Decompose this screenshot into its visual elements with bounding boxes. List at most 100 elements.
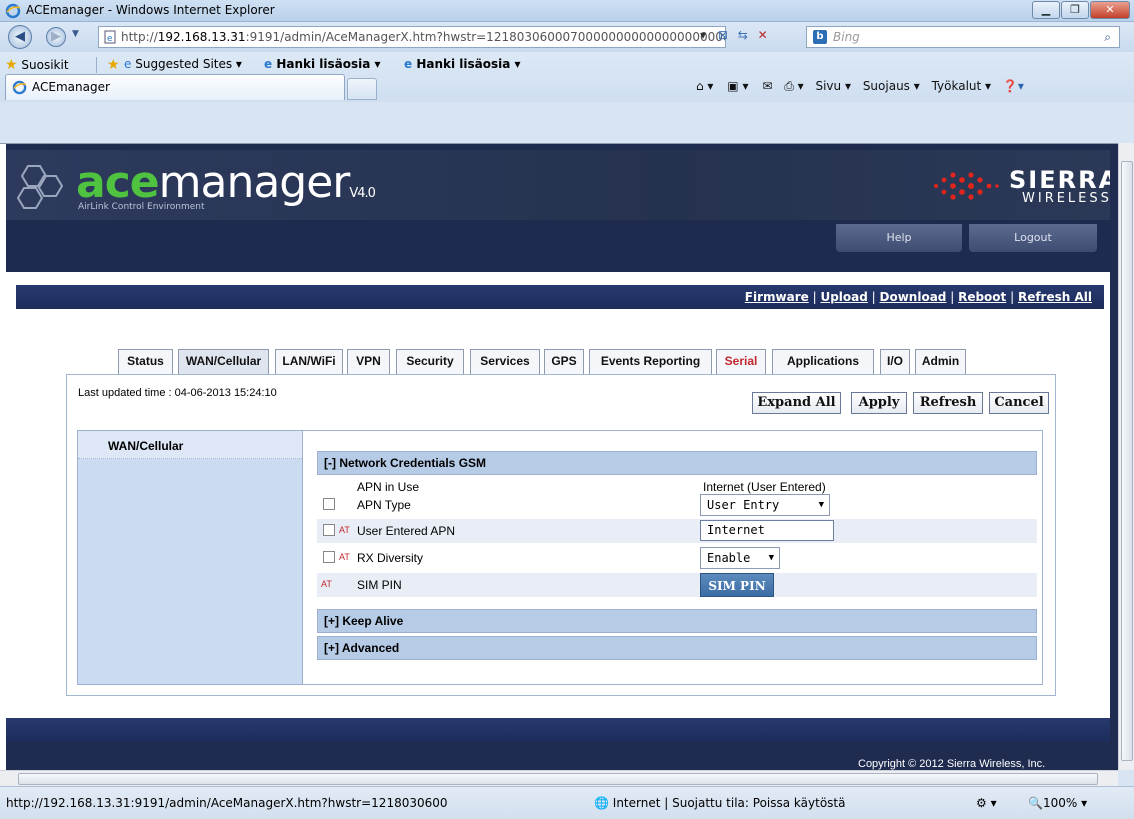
tab-io[interactable]: I/O xyxy=(880,349,910,374)
section-network-credentials[interactable]: [-] Network Credentials GSM xyxy=(317,451,1037,475)
reboot-link[interactable]: Reboot xyxy=(958,290,1006,304)
forward-button[interactable]: ▶ xyxy=(46,27,66,47)
page-icon: e xyxy=(104,30,116,44)
minimize-button[interactable]: ▁ xyxy=(1032,1,1060,19)
title-bar: ACEmanager - Windows Internet Explorer ▁… xyxy=(0,0,1134,22)
menu-safety[interactable]: Suojaus ▾ xyxy=(863,79,920,93)
status-url: http://192.168.13.31:9191/admin/AceManag… xyxy=(6,796,448,810)
tab-serial[interactable]: Serial xyxy=(716,349,766,374)
app-container: acemanagerV4.0 AirLink Control Environme… xyxy=(6,150,1110,361)
sierra-wireless-mark-icon xyxy=(934,172,999,200)
expand-all-button[interactable]: Expand All xyxy=(752,392,841,414)
command-bar: ⌂ ▾ ▣ ▾ ✉ ⎙ ▾ Sivu ▾ Suojaus ▾ Työkalut … xyxy=(696,79,1024,94)
new-tab-button[interactable] xyxy=(347,78,377,100)
apply-button[interactable]: Apply xyxy=(851,392,907,414)
menu-tools[interactable]: Työkalut ▾ xyxy=(932,79,991,93)
browser-tab-acemanager[interactable]: ACEmanager xyxy=(5,74,345,100)
tab-status[interactable]: Status xyxy=(118,349,173,374)
feeds-icon[interactable]: ▣ ▾ xyxy=(727,79,748,93)
search-icon[interactable]: ⌕ xyxy=(1104,27,1111,47)
ie-logo-icon xyxy=(5,3,21,19)
tab-admin[interactable]: Admin xyxy=(915,349,966,374)
tab-events-reporting[interactable]: Events Reporting xyxy=(589,349,712,374)
add-favorite-button[interactable]: ★ xyxy=(96,57,120,73)
home-icon[interactable]: ⌂ ▾ xyxy=(696,79,713,93)
scroll-thumb[interactable] xyxy=(1121,161,1133,761)
globe-icon: 🌐 xyxy=(594,796,609,810)
row-label: APN Type xyxy=(357,498,411,512)
download-link[interactable]: Download xyxy=(880,290,947,304)
history-dropdown-icon[interactable]: ▼ xyxy=(72,29,79,39)
close-button[interactable]: ✕ xyxy=(1090,1,1130,19)
status-bar: http://192.168.13.31:9191/admin/AceManag… xyxy=(0,786,1134,819)
row-value: Internet (User Entered) xyxy=(703,480,826,494)
menu-page[interactable]: Sivu ▾ xyxy=(815,79,851,93)
print-icon[interactable]: ⎙ ▾ xyxy=(784,79,803,93)
logo-tagline: AirLink Control Environment xyxy=(78,202,205,212)
stop-icon[interactable]: ✕ xyxy=(758,28,768,42)
user-apn-input[interactable]: Internet xyxy=(700,520,834,541)
cancel-button[interactable]: Cancel xyxy=(989,392,1049,414)
row-checkbox[interactable] xyxy=(323,551,335,563)
section-keep-alive[interactable]: [+] Keep Alive xyxy=(317,609,1037,633)
favorites-button[interactable]: ★ Suosikit xyxy=(5,57,69,73)
row-label: RX Diversity xyxy=(357,551,424,565)
bing-logo-icon: b xyxy=(813,30,827,44)
tab-gps[interactable]: GPS xyxy=(544,349,584,374)
search-input[interactable]: b Bing ⌕ xyxy=(806,26,1120,48)
tab-vpn[interactable]: VPN xyxy=(347,349,390,374)
maximize-button[interactable]: ❐ xyxy=(1061,1,1089,19)
back-button[interactable]: ◀ xyxy=(8,25,32,49)
zoom-control[interactable]: 🔍100% ▾ xyxy=(1028,796,1087,810)
row-label: User Entered APN xyxy=(357,524,456,538)
help-button[interactable]: Help xyxy=(836,224,962,252)
app-nav-bar: Help Logout xyxy=(6,220,1110,272)
last-updated-text: Last updated time : 04-06-2013 15:24:10 xyxy=(78,387,277,399)
tab-wan-cellular[interactable]: WAN/Cellular xyxy=(178,349,269,375)
sim-pin-button[interactable]: SIM PIN xyxy=(700,573,774,597)
fav-get-addons-1[interactable]: e Hanki lisäosia ▾ xyxy=(264,57,381,71)
star-icon: ★ xyxy=(5,57,18,73)
tab-security[interactable]: Security xyxy=(396,349,464,374)
app-header: acemanagerV4.0 AirLink Control Environme… xyxy=(6,150,1110,220)
tab-services[interactable]: Services xyxy=(470,349,540,374)
upload-link[interactable]: Upload xyxy=(820,290,867,304)
left-nav: WAN/Cellular xyxy=(77,430,303,685)
security-icon[interactable]: ⚙ ▾ xyxy=(976,796,997,810)
brand-subname: WIRELESS xyxy=(1022,191,1110,206)
refresh-all-link[interactable]: Refresh All xyxy=(1018,290,1092,304)
at-badge: AT xyxy=(339,552,350,562)
mail-icon[interactable]: ✉ xyxy=(762,79,772,93)
section-advanced[interactable]: [+] Advanced xyxy=(317,636,1037,660)
scroll-thumb[interactable] xyxy=(18,773,1098,785)
ie-favicon-icon: e xyxy=(404,57,413,71)
section-area: [-] Network Credentials GSM APN in Use I… xyxy=(303,430,1043,685)
left-nav-item-wan-cellular[interactable]: WAN/Cellular xyxy=(78,431,302,459)
compatibility-icon[interactable]: ⊠ xyxy=(718,28,728,42)
row-label: APN in Use xyxy=(357,480,420,494)
address-dropdown-icon[interactable]: ▾ xyxy=(700,28,706,42)
row-checkbox[interactable] xyxy=(323,524,335,536)
zone-indicator[interactable]: 🌐 Internet | Suojattu tila: Poissa käytö… xyxy=(594,796,845,810)
rx-diversity-select[interactable]: Enable ▼ xyxy=(700,547,780,569)
tab-lan-wifi[interactable]: LAN/WiFi xyxy=(275,349,343,374)
address-input[interactable]: e http://192.168.13.31:9191/admin/AceMan… xyxy=(98,26,726,48)
fav-get-addons-2[interactable]: e Hanki lisäosia ▾ xyxy=(404,57,521,71)
firmware-link[interactable]: Firmware xyxy=(745,290,809,304)
row-checkbox[interactable] xyxy=(323,498,335,510)
row-apn-type: APN Type User Entry ▼ xyxy=(317,493,1037,517)
copyright-text: Copyright © 2012 Sierra Wireless, Inc. xyxy=(858,758,1046,770)
tab-applications[interactable]: Applications xyxy=(772,349,874,374)
horizontal-scrollbar[interactable] xyxy=(0,770,1118,786)
logout-button[interactable]: Logout xyxy=(969,224,1097,252)
apn-type-select[interactable]: User Entry ▼ xyxy=(700,494,830,516)
address-actions: ▾ ⊠ ⇆ ✕ xyxy=(700,28,768,42)
vertical-scrollbar[interactable] xyxy=(1118,143,1134,770)
action-links-bar: Firmware | Upload | Download | Reboot | … xyxy=(16,285,1104,309)
window-title: ACEmanager - Windows Internet Explorer xyxy=(26,3,275,17)
refresh-button[interactable]: Refresh xyxy=(913,392,983,414)
help-icon[interactable]: ❓▾ xyxy=(1003,79,1024,93)
fav-suggested-sites[interactable]: e Suggested Sites ▾ xyxy=(124,57,242,71)
page-content: acemanagerV4.0 AirLink Control Environme… xyxy=(0,143,1118,770)
refresh-icon[interactable]: ⇆ xyxy=(738,28,748,42)
